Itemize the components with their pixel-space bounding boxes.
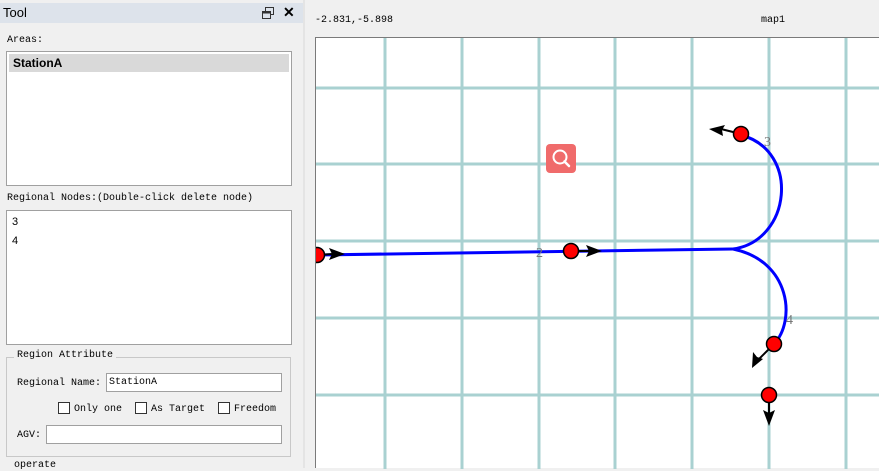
node-label-2: 2: [536, 246, 543, 261]
map-node[interactable]: [765, 335, 783, 353]
route-path-4: [732, 247, 788, 346]
close-icon[interactable]: ✕: [283, 4, 295, 20]
freedom-label: Freedom: [234, 404, 277, 415]
map-title: map1: [761, 15, 786, 26]
regional-name-label: Regional Name:: [17, 378, 102, 389]
arrow-icon: [752, 352, 763, 368]
zoom-button[interactable]: [546, 144, 576, 173]
search-icon: [552, 149, 571, 168]
cursor-coordinates: -2.831,-5.898: [315, 15, 394, 26]
areas-list-item[interactable]: StationA: [9, 54, 289, 72]
freedom-checkbox[interactable]: [218, 402, 230, 414]
route-path-main: [316, 247, 734, 257]
as-target-checkbox[interactable]: [135, 402, 147, 414]
tool-dock-panel: Tool ✕ Areas: StationA Regional Nodes:(D…: [0, 0, 303, 471]
map-node[interactable]: [316, 246, 326, 264]
arrow-icon: [709, 125, 725, 136]
agv-label: AGV:: [17, 430, 42, 441]
only-one-checkbox[interactable]: [58, 402, 70, 414]
map-node[interactable]: [760, 386, 778, 404]
only-one-label: Only one: [74, 404, 123, 415]
map-node[interactable]: [732, 125, 750, 143]
operate-legend: operate: [14, 460, 57, 471]
map-drawing[interactable]: 2 3 4: [316, 38, 879, 469]
dock-title-bar[interactable]: Tool ✕: [0, 3, 303, 23]
map-node[interactable]: [562, 242, 580, 260]
areas-list[interactable]: StationA: [6, 51, 292, 186]
region-attribute-legend: Region Attribute: [14, 350, 117, 361]
as-target-label: As Target: [151, 404, 206, 415]
node-label-3: 3: [764, 135, 771, 150]
list-item[interactable]: 3: [12, 216, 18, 228]
agv-field[interactable]: [46, 425, 282, 444]
route-path-3: [732, 133, 783, 251]
node-label-4: 4: [786, 313, 793, 328]
areas-label: Areas:: [7, 35, 44, 46]
regional-name-field[interactable]: StationA: [106, 373, 282, 392]
list-item[interactable]: 4: [12, 235, 18, 247]
restore-icon[interactable]: [262, 7, 274, 19]
regional-nodes-list[interactable]: 3 4: [6, 210, 292, 345]
map-canvas[interactable]: 2 3 4: [315, 37, 879, 469]
regional-nodes-label: Regional Nodes:(Double-click delete node…: [7, 193, 254, 204]
dock-title: Tool: [3, 5, 27, 20]
